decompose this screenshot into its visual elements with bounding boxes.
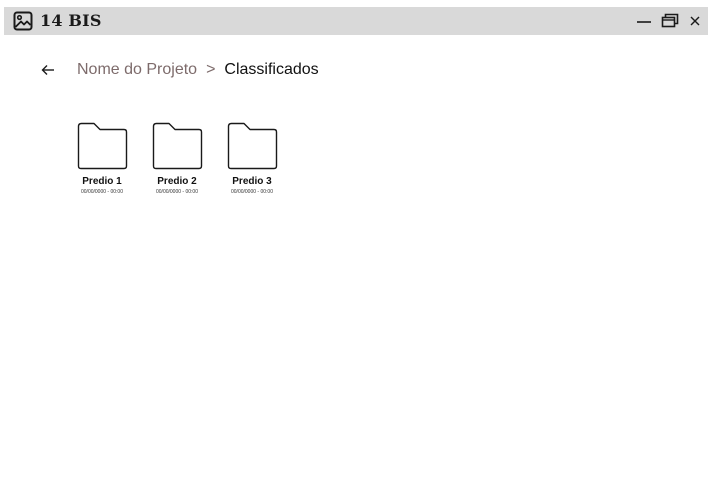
restore-icon [661, 13, 679, 28]
breadcrumb: Nome do Projeto > Classificados [40, 58, 319, 82]
window-left-edge [0, 7, 4, 504]
folder-item[interactable]: Predio 2 00/00/0000 - 00:00 [150, 122, 204, 195]
folder-icon [77, 122, 128, 170]
arrow-left-icon [41, 65, 54, 75]
folder-name: Predio 3 [232, 176, 272, 187]
back-button[interactable] [40, 62, 56, 78]
title-bar[interactable]: 14 BIS [4, 7, 708, 35]
breadcrumb-current: Classificados [224, 61, 319, 78]
minimize-button[interactable] [634, 11, 654, 31]
folder-date: 00/00/0000 - 00:00 [231, 189, 273, 195]
window-top-edge [0, 0, 708, 7]
folder-icon [227, 122, 278, 170]
folder-name: Predio 1 [82, 176, 122, 187]
app-title: 14 BIS [40, 11, 102, 30]
minimize-icon [637, 21, 651, 23]
folder-date: 00/00/0000 - 00:00 [156, 189, 198, 195]
folder-date: 00/00/0000 - 00:00 [81, 189, 123, 195]
close-button[interactable] [687, 11, 703, 31]
breadcrumb-separator: > [206, 61, 216, 78]
image-icon [13, 11, 33, 31]
folder-name: Predio 2 [157, 176, 197, 187]
folder-icon [152, 122, 203, 170]
app-window: 14 BIS Nome do Projeto > Classificados P… [0, 0, 708, 504]
breadcrumb-parent-link[interactable]: Nome do Projeto [77, 61, 197, 79]
close-icon [690, 16, 700, 26]
folder-list: Predio 1 00/00/0000 - 00:00 Predio 2 00/… [75, 122, 300, 195]
folder-item[interactable]: Predio 3 00/00/0000 - 00:00 [225, 122, 279, 195]
restore-button[interactable] [660, 11, 680, 31]
folder-item[interactable]: Predio 1 00/00/0000 - 00:00 [75, 122, 129, 195]
